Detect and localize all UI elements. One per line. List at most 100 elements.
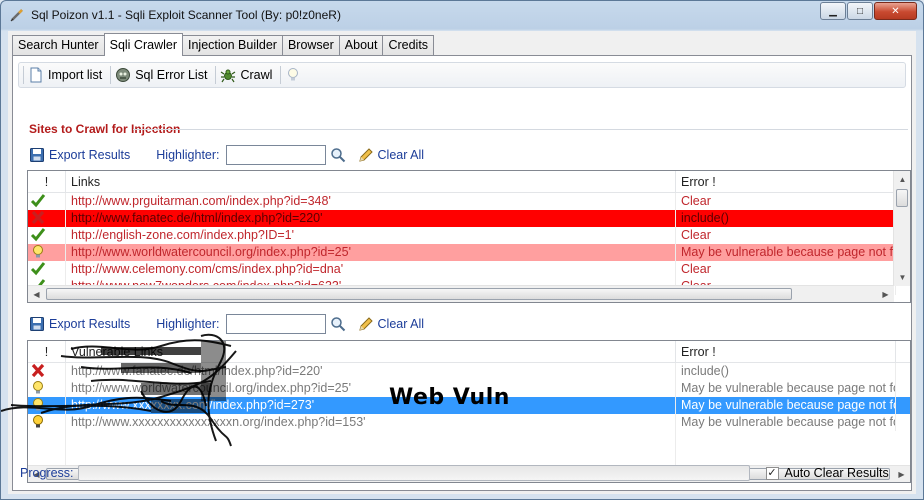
error-cell: May be vulnerable because page not found — [676, 244, 896, 261]
tab-injection-builder[interactable]: Injection Builder — [182, 35, 283, 55]
toolbar-separator — [110, 66, 112, 84]
status-cell — [28, 261, 66, 278]
sites-vertical-scrollbar[interactable]: ▲ ▼ — [893, 171, 910, 286]
scroll-up-icon[interactable]: ▲ — [894, 171, 910, 188]
clear-all-button[interactable]: Clear All — [358, 316, 425, 332]
link-cell: http://www.xxxxxxxxxxxxxxxxn.org/index.p… — [66, 414, 676, 431]
warning-bulb-icon — [33, 415, 43, 428]
save-disk-icon — [30, 148, 44, 162]
clear-all-label: Clear All — [377, 317, 425, 331]
scroll-left-icon[interactable]: ◀ — [28, 286, 45, 302]
scroll-thumb[interactable] — [46, 288, 792, 300]
tab-browser[interactable]: Browser — [281, 35, 340, 55]
table-row[interactable]: http://www.xxxxxxxxxxxxxxxxn.org/index.p… — [28, 414, 910, 431]
sql-error-list-button[interactable]: Sql Error List — [115, 67, 207, 83]
app-window: Sql Poizon v1.1 - Sqli Exploit Scanner T… — [0, 0, 924, 500]
tab-credits[interactable]: Credits — [382, 35, 435, 55]
error-cell: May be vulnerable because page not found — [676, 397, 896, 414]
sql-error-list-label: Sql Error List — [135, 68, 208, 82]
status-cell — [28, 380, 66, 397]
sites-grid-header: ! Links Error ! — [28, 171, 910, 193]
window-title: Sql Poizon v1.1 - Sqli Exploit Scanner T… — [31, 8, 341, 22]
tab-sqli-crawler[interactable]: Sqli Crawler — [103, 33, 183, 56]
export-results-label: Export Results — [49, 317, 131, 331]
scroll-right-icon[interactable]: ▶ — [877, 286, 894, 302]
hint-button[interactable] — [285, 67, 305, 83]
error-x-icon — [31, 363, 45, 378]
table-row[interactable]: http://www.prguitarman.com/index.php?id=… — [28, 193, 910, 210]
scroll-down-icon[interactable]: ▼ — [894, 269, 910, 286]
indicator-column-header[interactable]: ! — [28, 171, 66, 192]
document-icon — [30, 67, 42, 83]
status-cell — [28, 193, 66, 210]
auto-clear-checkbox[interactable]: ✓ — [765, 466, 779, 480]
error-cell: Clear — [676, 193, 896, 210]
lightbulb-icon — [33, 381, 43, 394]
tab-about[interactable]: About — [338, 35, 384, 55]
clear-all-button[interactable]: Clear All — [358, 147, 424, 163]
highlighter-input[interactable] — [225, 314, 326, 334]
export-results-button[interactable]: Export Results — [29, 147, 130, 163]
status-bar: Progress: ✓ Auto Clear Results — [20, 462, 910, 484]
link-cell: http://www.fanatec.de/html/index.php?id=… — [66, 363, 676, 380]
status-cell — [28, 414, 66, 431]
sites-grid-body: http://www.prguitarman.com/index.php?id=… — [28, 193, 910, 295]
syringe-icon — [10, 9, 23, 22]
link-cell: http://www.celemony.com/cms/index.php?id… — [66, 261, 676, 278]
vulnerable-links-column-header[interactable]: Vulnerable Links — [66, 341, 676, 362]
close-button[interactable]: ✕ — [874, 2, 917, 20]
status-cell — [28, 227, 66, 244]
export-results-button[interactable]: Export Results — [29, 316, 130, 332]
magnifier-icon[interactable] — [330, 147, 346, 163]
status-cell — [28, 363, 66, 380]
highlighter-input[interactable] — [225, 145, 326, 165]
save-disk-icon — [30, 317, 44, 331]
watermark-text: Web Vuln — [389, 385, 510, 410]
check-icon — [30, 194, 46, 208]
error-column-header[interactable]: Error ! — [676, 171, 896, 192]
error-x-icon — [31, 210, 45, 225]
progress-bar — [77, 465, 750, 481]
crawl-button[interactable]: Crawl — [220, 67, 272, 83]
link-cell: http://www.xxxxxxxx.com/index.php?id=273… — [66, 397, 676, 414]
status-cell — [28, 397, 66, 414]
progress-label: Progress: — [20, 466, 74, 480]
table-row[interactable]: http://www.worldwatercouncil.org/index.p… — [28, 244, 910, 261]
link-cell: http://english-zone.com/index.php?ID=1' — [66, 227, 676, 244]
error-cell: May be vulnerable because page not found — [676, 380, 896, 397]
check-icon — [30, 262, 46, 276]
table-row[interactable]: http://www.fanatec.de/html/index.php?id=… — [28, 363, 910, 380]
import-list-button[interactable]: Import list — [28, 67, 102, 83]
check-icon — [30, 228, 46, 242]
vulnerable-grid-header: ! Vulnerable Links Error ! — [28, 341, 910, 363]
error-column-header[interactable]: Error ! — [676, 341, 896, 362]
vuln-subbar: Export Results Highlighter: Clear All — [29, 311, 905, 337]
table-row[interactable]: http://www.celemony.com/cms/index.php?id… — [28, 261, 910, 278]
sites-horizontal-scrollbar[interactable]: ◀ ▶ — [28, 285, 894, 302]
status-cell — [28, 244, 66, 261]
error-cell: include() — [676, 210, 896, 227]
toolbar-separator — [280, 66, 282, 84]
error-cell: May be vulnerable because page not found — [676, 414, 896, 431]
link-cell: http://www.fanatec.de/html/index.php?id=… — [66, 210, 676, 227]
tab-strip: Search Hunter Sqli Crawler Injection Bui… — [12, 33, 435, 56]
auto-clear-label: Auto Clear Results — [784, 466, 889, 480]
group-divider — [133, 129, 908, 130]
links-column-header[interactable]: Links — [66, 171, 676, 192]
tab-search-hunter[interactable]: Search Hunter — [12, 35, 105, 55]
indicator-column-header[interactable]: ! — [28, 341, 66, 362]
link-cell: http://www.worldwatercouncil.org/index.p… — [66, 244, 676, 261]
maximize-button[interactable]: □ — [847, 2, 873, 20]
tab-page-sqli-crawler: Import list Sql Error List Crawl Sites t… — [12, 55, 912, 491]
magnifier-icon[interactable] — [330, 316, 346, 332]
title-bar[interactable]: Sql Poizon v1.1 - Sqli Exploit Scanner T… — [1, 1, 923, 29]
export-results-label: Export Results — [49, 148, 131, 162]
lightbulb-icon — [33, 245, 43, 258]
scroll-thumb[interactable] — [896, 189, 908, 207]
minimize-button[interactable]: ▁ — [820, 2, 846, 20]
table-row[interactable]: http://english-zone.com/index.php?ID=1' C… — [28, 227, 910, 244]
error-cell: Clear — [676, 227, 896, 244]
import-list-label: Import list — [48, 68, 103, 82]
table-row[interactable]: http://www.fanatec.de/html/index.php?id=… — [28, 210, 910, 227]
bug-shield-icon — [116, 68, 131, 82]
